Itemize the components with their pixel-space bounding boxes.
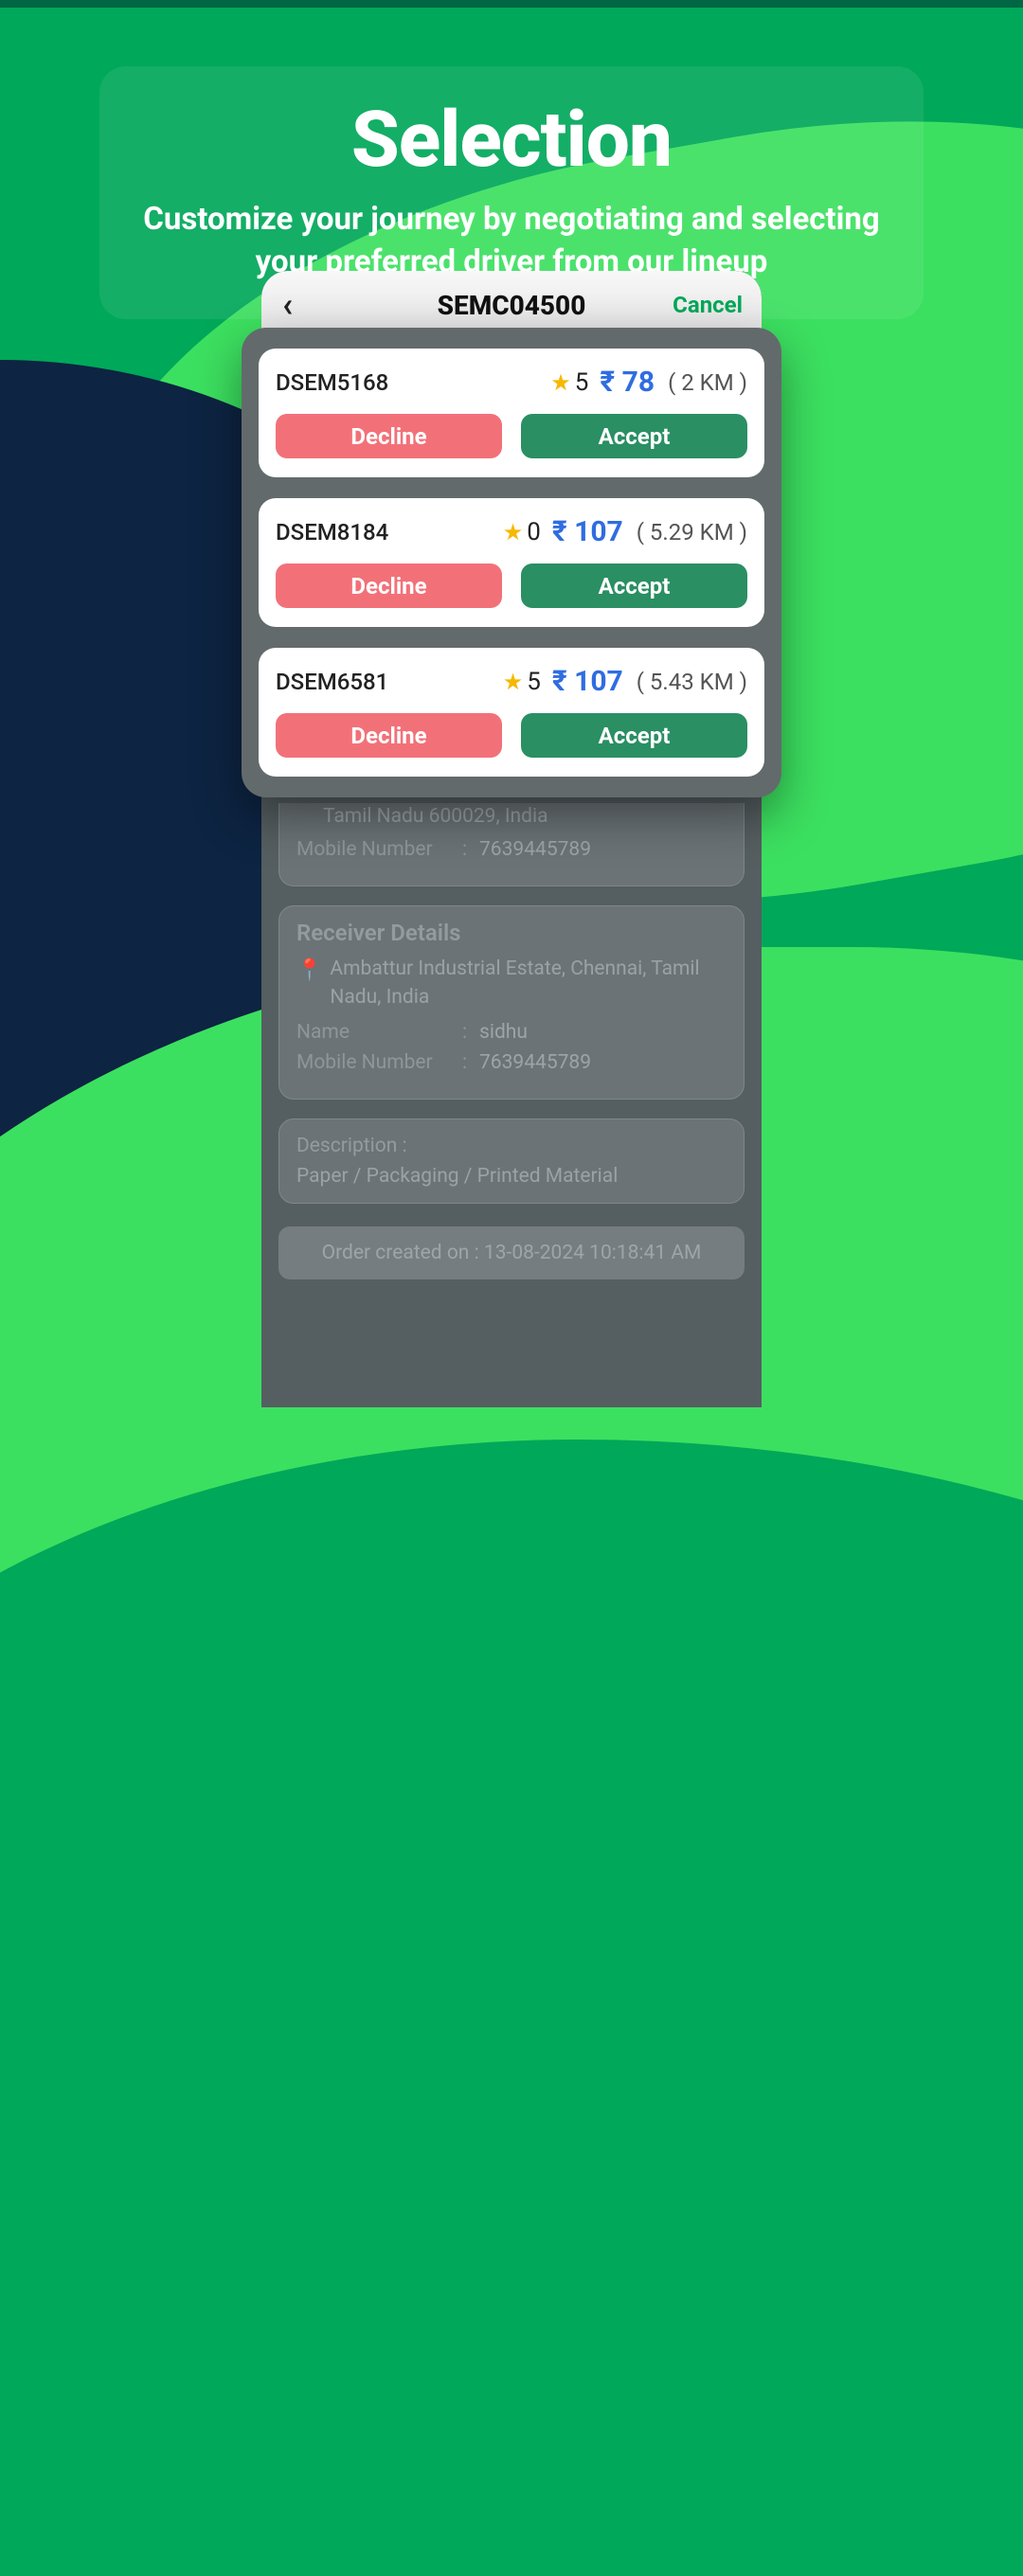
star-icon: ★ <box>503 519 524 546</box>
accept-button[interactable]: Accept <box>521 713 747 758</box>
driver-card: DSEM5168 ★ 5 ₹ 78 ( 2 KM ) Decline Accep… <box>259 349 764 477</box>
driver-price: ₹ 107 <box>552 665 623 698</box>
decline-button[interactable]: Decline <box>276 713 502 758</box>
driver-selection-modal: DSEM5168 ★ 5 ₹ 78 ( 2 KM ) Decline Accep… <box>242 328 781 797</box>
created-on-bar: Order created on : 13-08-2024 10:18:41 A… <box>278 1226 745 1279</box>
driver-card: DSEM8184 ★ 0 ₹ 107 ( 5.29 KM ) Decline A… <box>259 498 764 627</box>
driver-price: ₹ 78 <box>600 366 655 399</box>
receiver-heading: Receiver Details <box>296 920 727 946</box>
driver-rating: 0 <box>527 518 541 546</box>
driver-id: DSEM8184 <box>276 519 388 546</box>
star-icon: ★ <box>550 369 571 396</box>
top-accent-bar <box>0 0 1023 8</box>
receiver-name-label: Name <box>296 1021 462 1044</box>
driver-id: DSEM5168 <box>276 369 388 396</box>
accept-button[interactable]: Accept <box>521 414 747 458</box>
driver-id: DSEM6581 <box>276 669 388 695</box>
accept-button[interactable]: Accept <box>521 564 747 608</box>
app-title: SEMC04500 <box>438 290 586 321</box>
driver-rating: 5 <box>575 368 589 397</box>
driver-distance: ( 5.43 KM ) <box>637 669 747 695</box>
decline-button[interactable]: Decline <box>276 414 502 458</box>
star-icon: ★ <box>503 669 524 695</box>
driver-card: DSEM6581 ★ 5 ₹ 107 ( 5.43 KM ) Decline A… <box>259 648 764 777</box>
description-card: Description : Paper / Packaging / Printe… <box>278 1118 745 1204</box>
decline-button[interactable]: Decline <box>276 564 502 608</box>
receiver-name: sidhu <box>479 1021 727 1044</box>
driver-rating: 5 <box>527 668 541 696</box>
description-value: Paper / Packaging / Printed Material <box>296 1165 727 1188</box>
sender-card-partial: Tamil Nadu 600029, India Mobile Number :… <box>278 803 745 886</box>
driver-distance: ( 2 KM ) <box>668 369 747 396</box>
receiver-mobile: 7639445789 <box>479 1051 727 1074</box>
sender-mobile: 7639445789 <box>479 838 727 861</box>
back-icon[interactable]: ‹ <box>282 285 293 325</box>
driver-distance: ( 5.29 KM ) <box>637 519 747 546</box>
cancel-button[interactable]: Cancel <box>673 292 743 318</box>
sender-address-tail: Tamil Nadu 600029, India <box>323 803 727 831</box>
hero-title: Selection <box>137 95 886 186</box>
driver-price: ₹ 107 <box>552 515 623 548</box>
sender-mobile-label: Mobile Number <box>296 838 462 861</box>
receiver-card: Receiver Details 📍 Ambattur Industrial E… <box>278 905 745 1100</box>
location-pin-icon: 📍 <box>296 958 322 1011</box>
description-label: Description : <box>296 1135 727 1157</box>
receiver-address: Ambattur Industrial Estate, Chennai, Tam… <box>330 956 727 1011</box>
receiver-mobile-label: Mobile Number <box>296 1051 462 1074</box>
